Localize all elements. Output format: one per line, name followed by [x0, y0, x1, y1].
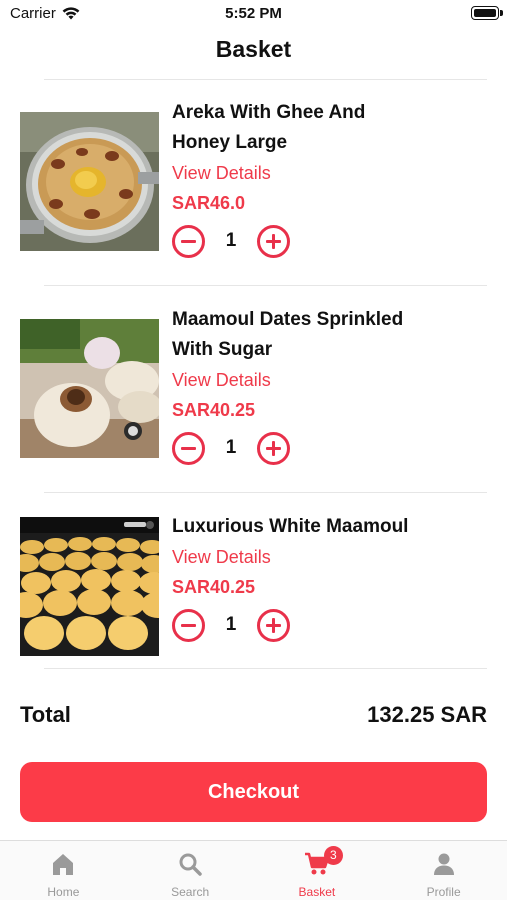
total-row: Total 132.25 SAR [20, 702, 487, 734]
quantity-stepper: 1 [172, 608, 487, 642]
total-label: Total [20, 702, 71, 727]
quantity-value: 1 [225, 437, 237, 458]
increase-quantity-button[interactable] [257, 608, 290, 642]
checkout-button[interactable]: Checkout [20, 762, 487, 822]
item-name: Honey Large [172, 132, 288, 153]
tab-basket[interactable]: 3 Basket [254, 841, 381, 900]
header-divider [44, 79, 487, 80]
profile-icon [433, 853, 454, 875]
tab-label: Search [171, 885, 210, 899]
view-details-link[interactable]: View Details [172, 365, 487, 395]
item-name: Luxurious White Maamoul [172, 516, 409, 537]
item-divider [44, 492, 487, 493]
item-name: Areka With Ghee And [172, 102, 366, 123]
item-name: Maamoul Dates Sprinkled [172, 309, 404, 330]
item-divider [44, 668, 487, 669]
white-maamoul-photo[interactable] [20, 517, 159, 656]
item-info: Luxurious White Maamoul View Details SAR… [172, 512, 487, 642]
tab-label: Profile [426, 885, 461, 899]
quantity-value: 1 [225, 230, 237, 251]
quantity-stepper: 1 [172, 224, 487, 258]
view-details-link[interactable]: View Details [172, 158, 487, 188]
maamoul-dates-photo[interactable] [20, 319, 159, 458]
tab-search[interactable]: Search [127, 841, 254, 900]
item-divider [44, 285, 487, 286]
tab-bar: Home Search 3 Basket Profile [0, 840, 507, 900]
cart-count-badge: 3 [323, 846, 343, 865]
decrease-quantity-button[interactable] [172, 224, 205, 258]
page-title: Basket [215, 36, 292, 62]
decrease-quantity-button[interactable] [172, 431, 205, 465]
tab-label: Home [47, 885, 80, 899]
tab-label: Basket [298, 885, 336, 899]
item-info: Maamoul Dates Sprinkled With Sugar View … [172, 305, 487, 465]
battery-icon [471, 6, 499, 20]
tab-home[interactable]: Home [0, 841, 127, 900]
areka-dish-photo[interactable] [20, 112, 159, 251]
search-icon [179, 853, 202, 876]
battery-cap [500, 10, 503, 16]
quantity-value: 1 [225, 614, 237, 635]
tab-profile[interactable]: Profile [380, 841, 507, 900]
decrease-quantity-button[interactable] [172, 608, 205, 642]
status-bar: Carrier 5:52 PM [0, 0, 507, 28]
item-price: SAR46.0 [172, 193, 246, 213]
increase-quantity-button[interactable] [257, 224, 290, 258]
status-time: 5:52 PM [225, 5, 282, 22]
item-price: SAR40.25 [172, 400, 256, 420]
total-value: 132.25 SAR [367, 702, 487, 727]
item-info: Areka With Ghee And Honey Large View Det… [172, 98, 487, 258]
quantity-stepper: 1 [172, 431, 487, 465]
home-icon [53, 854, 74, 875]
increase-quantity-button[interactable] [257, 431, 290, 465]
item-name: With Sugar [172, 339, 273, 360]
view-details-link[interactable]: View Details [172, 542, 487, 572]
item-price: SAR40.25 [172, 577, 256, 597]
